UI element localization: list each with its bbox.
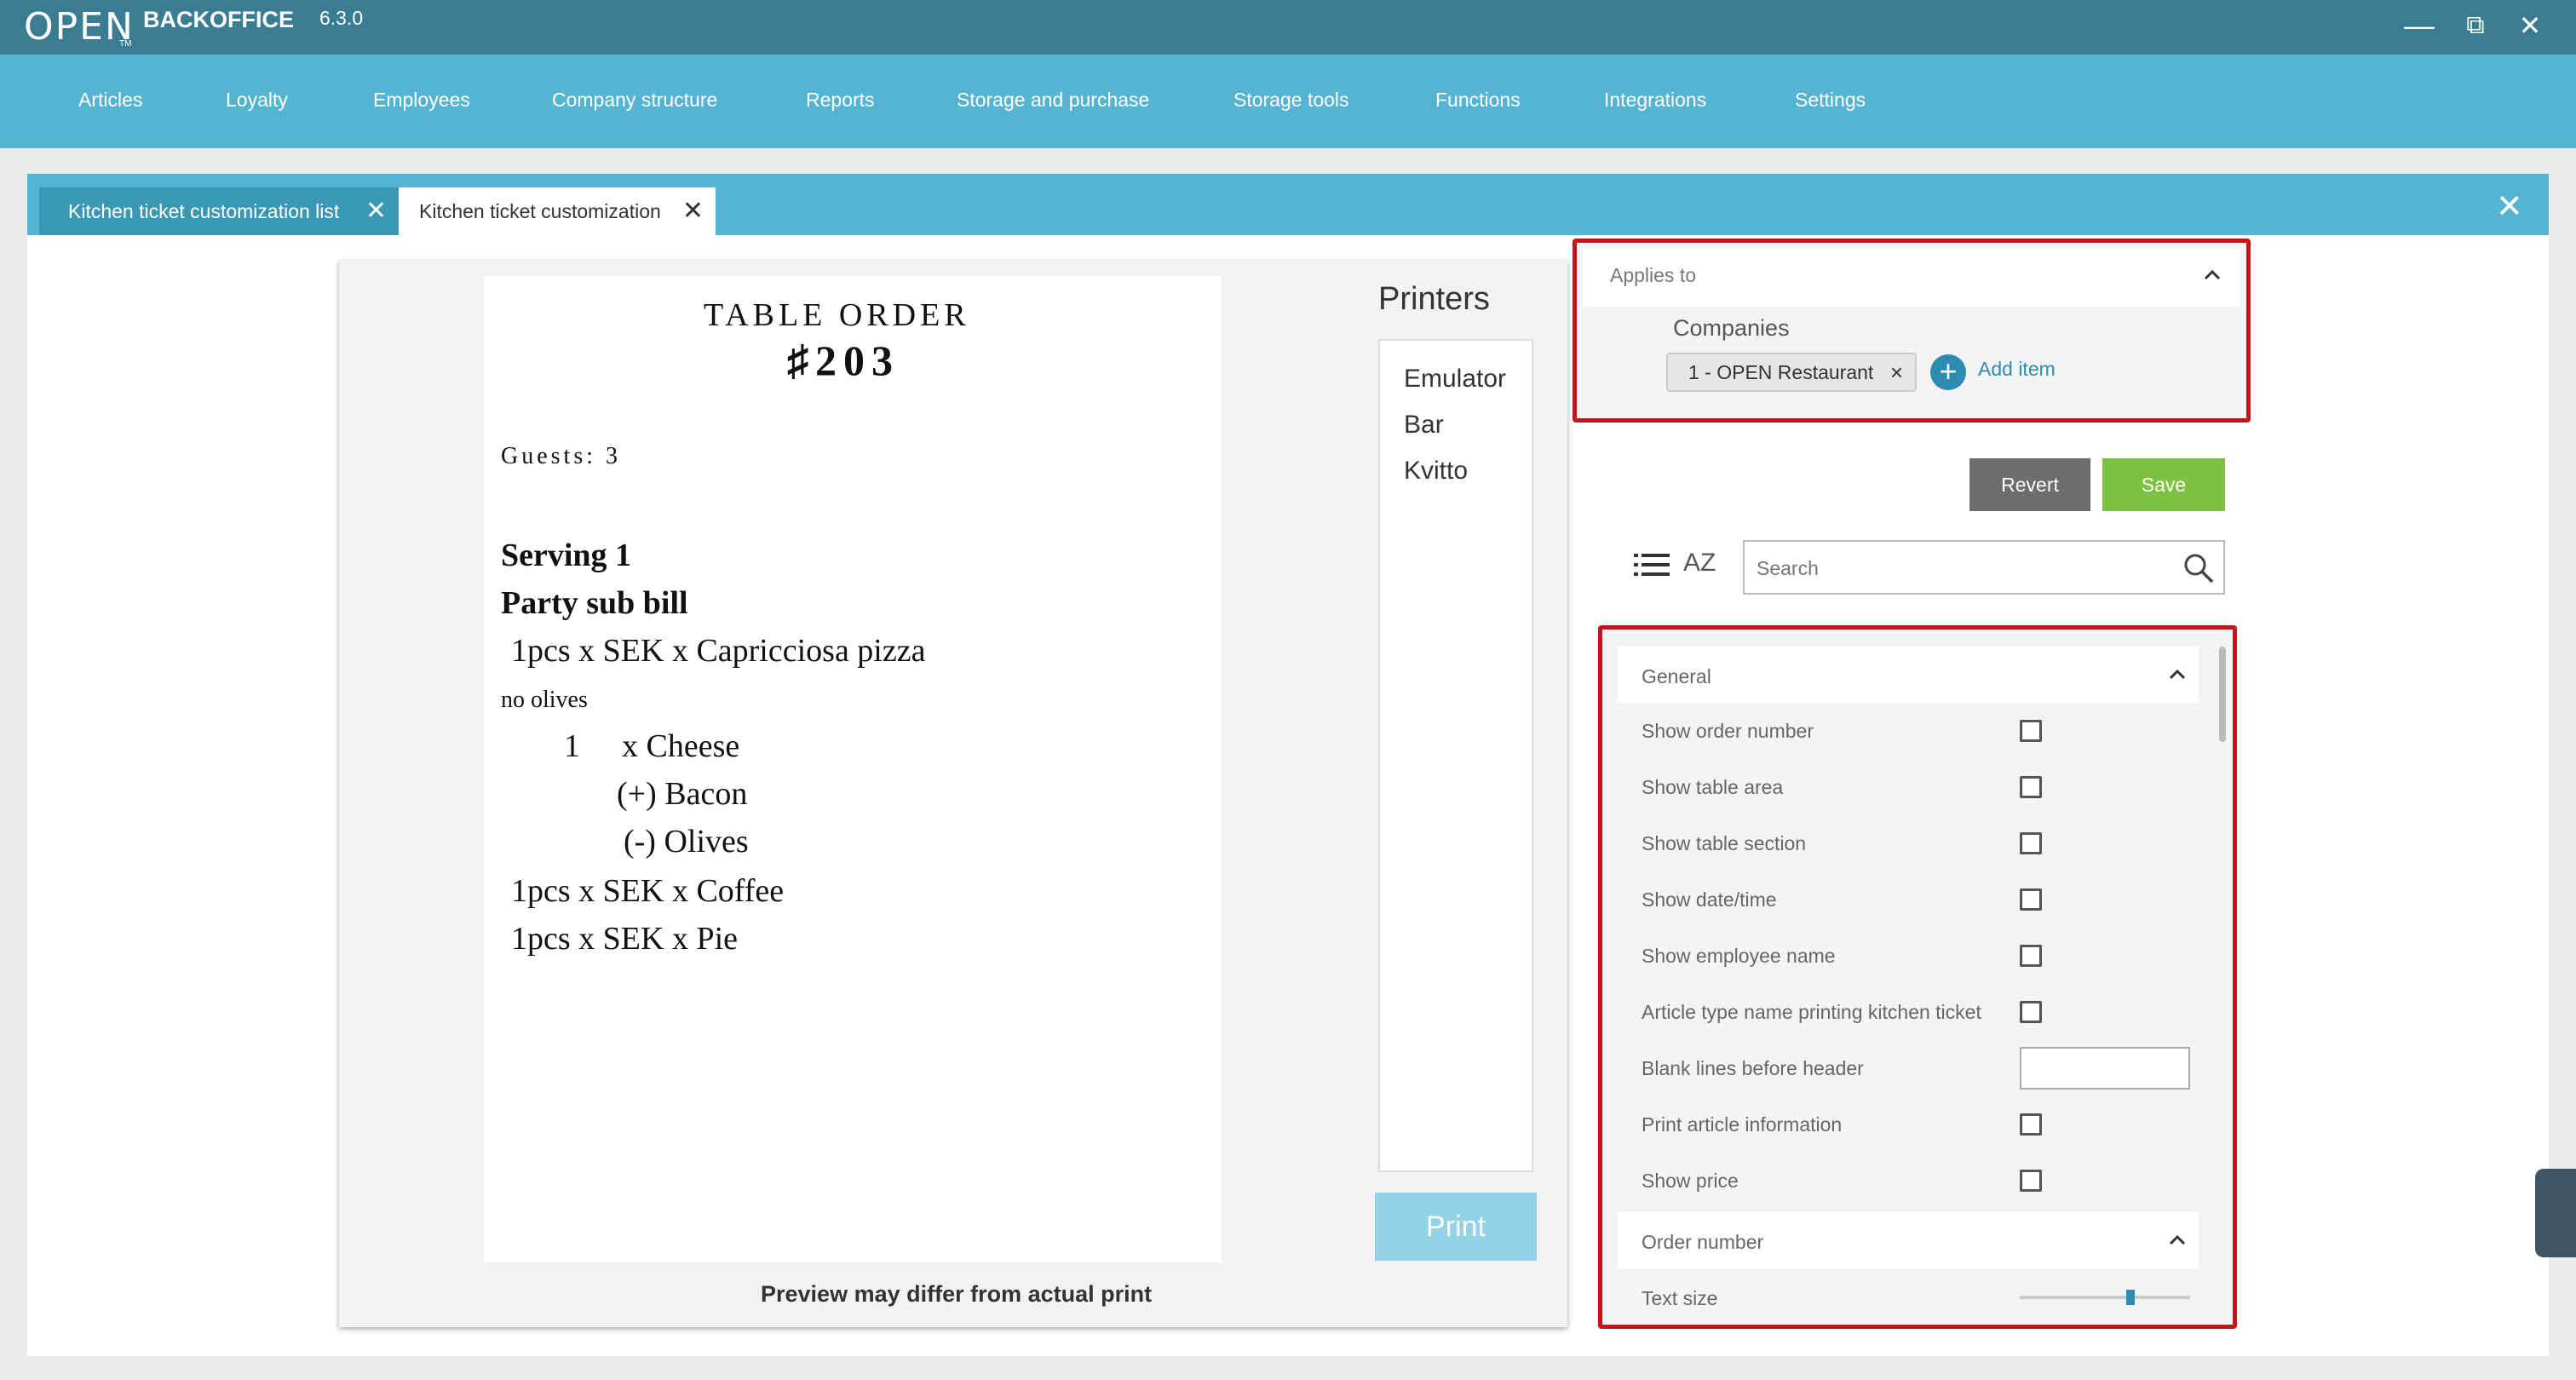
printer-item-kvitto[interactable]: Kvitto	[1404, 457, 1468, 486]
search-input[interactable]	[1757, 554, 2165, 583]
tab-kitchen-ticket-customization-list[interactable]: Kitchen ticket customization list ✕	[39, 187, 399, 235]
article-type-name-checkbox[interactable]	[2020, 1001, 2042, 1023]
app-logo: OPEN	[24, 5, 135, 49]
settings-scrollbar[interactable]	[2219, 647, 2226, 742]
add-item-link[interactable]: Add item	[1978, 358, 2056, 381]
general-section-header[interactable]: General	[1618, 647, 2199, 703]
ticket-number: ♯203	[787, 336, 900, 384]
ticket-line: 1pcs x SEK x Capricciosa pizza	[511, 633, 926, 669]
setting-label: Article type name printing kitchen ticke…	[1642, 1001, 1981, 1023]
save-button[interactable]: Save	[2102, 458, 2225, 511]
main-navbar: Articles Loyalty Employees Company struc…	[0, 55, 2576, 148]
setting-label: Show price	[1642, 1170, 1739, 1192]
nav-functions[interactable]: Functions	[1435, 89, 1521, 112]
nav-company-structure[interactable]: Company structure	[552, 89, 717, 112]
restore-icon[interactable]: ⧉	[2457, 7, 2494, 44]
company-chip-label: 1 - OPEN Restaurant	[1688, 361, 1874, 383]
add-item-icon[interactable]: +	[1930, 354, 1966, 390]
nav-articles[interactable]: Articles	[78, 89, 142, 112]
nav-loyalty[interactable]: Loyalty	[226, 89, 288, 112]
text-size-slider[interactable]	[2020, 1290, 2190, 1305]
setting-label: Show table section	[1642, 832, 1807, 854]
setting-label: Blank lines before header	[1642, 1057, 1864, 1079]
title-bar: OPEN TM BACKOFFICE 6.3.0 — ⧉ ✕	[0, 0, 2576, 55]
close-tab-icon[interactable]: ✕	[682, 187, 704, 235]
chevron-up-icon[interactable]	[2168, 1234, 2187, 1246]
ticket-note: no olives	[501, 687, 588, 713]
ticket-line: 1pcs x SEK x Pie	[511, 921, 738, 957]
printer-item-emulator[interactable]: Emulator	[1404, 365, 1506, 394]
remove-chip-icon[interactable]: ×	[1890, 354, 1903, 390]
nav-reports[interactable]: Reports	[806, 89, 875, 112]
ticket-title: TABLE ORDER	[704, 297, 970, 333]
companies-label: Companies	[1673, 315, 1790, 341]
ticket-sub-item: x Cheese	[622, 728, 740, 764]
printer-item-bar[interactable]: Bar	[1404, 411, 1444, 440]
setting-label: Show table area	[1642, 776, 1784, 798]
setting-label: Show order number	[1642, 720, 1814, 742]
ticket-serving: Serving 1	[501, 538, 632, 573]
close-all-tabs-icon[interactable]: ✕	[2496, 187, 2523, 226]
list-view-icon[interactable]	[1634, 552, 1670, 578]
show-table-area-checkbox[interactable]	[2020, 776, 2042, 798]
blank-lines-input[interactable]	[2020, 1047, 2190, 1090]
ticket-line: 1pcs x SEK x Coffee	[511, 873, 785, 909]
close-window-icon[interactable]: ✕	[2511, 7, 2549, 44]
chevron-up-icon[interactable]	[2203, 269, 2222, 281]
settings-panel: General Show order number Show table are…	[1598, 625, 2237, 1329]
nav-integrations[interactable]: Integrations	[1604, 89, 1706, 112]
order-number-title: Order number	[1642, 1231, 1764, 1253]
chevron-up-icon[interactable]	[2168, 669, 2187, 681]
sort-az-icon[interactable]: AZ	[1683, 549, 1716, 578]
nav-settings[interactable]: Settings	[1795, 89, 1866, 112]
nav-storage-and-purchase[interactable]: Storage and purchase	[957, 89, 1149, 112]
show-price-checkbox[interactable]	[2020, 1170, 2042, 1192]
general-title: General	[1642, 665, 1711, 687]
order-number-section-header[interactable]: Order number	[1618, 1212, 2199, 1268]
setting-label: Show employee name	[1642, 945, 1836, 967]
close-tab-icon[interactable]: ✕	[365, 187, 387, 235]
search-box[interactable]	[1743, 540, 2225, 595]
setting-label: Show date/time	[1642, 888, 1777, 911]
ticket-modifier: (+) Bacon	[617, 776, 748, 812]
logo-trademark: TM	[119, 39, 132, 49]
print-button[interactable]: Print	[1375, 1193, 1537, 1261]
preview-note: Preview may differ from actual print	[761, 1281, 1153, 1307]
ticket-modifier: (-) Olives	[624, 824, 749, 860]
print-article-information-checkbox[interactable]	[2020, 1113, 2042, 1136]
printers-list[interactable]: Emulator Bar Kvitto	[1378, 339, 1533, 1172]
revert-button[interactable]: Revert	[1969, 458, 2090, 511]
setting-label: Text size	[1642, 1287, 1718, 1309]
tab-kitchen-ticket-customization[interactable]: Kitchen ticket customization ✕	[399, 187, 716, 235]
app-name: BACKOFFICE	[143, 7, 294, 32]
search-icon[interactable]	[2182, 552, 2215, 584]
tab-bar: Kitchen ticket customization list ✕ Kitc…	[27, 174, 2549, 235]
ticket-party: Party sub bill	[501, 585, 688, 621]
nav-storage-tools[interactable]: Storage tools	[1233, 89, 1349, 112]
app-version: 6.3.0	[319, 7, 364, 29]
ticket-sub-qty: 1	[564, 728, 580, 764]
show-employee-name-checkbox[interactable]	[2020, 945, 2042, 967]
minimize-icon[interactable]: —	[2401, 7, 2438, 44]
tab-label: Kitchen ticket customization	[419, 200, 661, 222]
ticket-preview: TABLE ORDER ♯203 Guests: 3 Serving 1 Par…	[484, 276, 1222, 1262]
setting-label: Print article information	[1642, 1113, 1843, 1136]
applies-to-title: Applies to	[1610, 264, 1697, 286]
show-table-section-checkbox[interactable]	[2020, 832, 2042, 854]
tab-label: Kitchen ticket customization list	[68, 200, 340, 222]
nav-employees[interactable]: Employees	[373, 89, 470, 112]
slider-thumb[interactable]	[2126, 1290, 2135, 1305]
show-order-number-checkbox[interactable]	[2020, 720, 2042, 742]
company-chip: 1 - OPEN Restaurant ×	[1666, 353, 1917, 392]
side-panel-handle[interactable]	[2535, 1169, 2576, 1257]
ticket-guests: Guests: 3	[501, 443, 621, 469]
printers-heading: Printers	[1378, 281, 1490, 317]
show-date-time-checkbox[interactable]	[2020, 888, 2042, 911]
